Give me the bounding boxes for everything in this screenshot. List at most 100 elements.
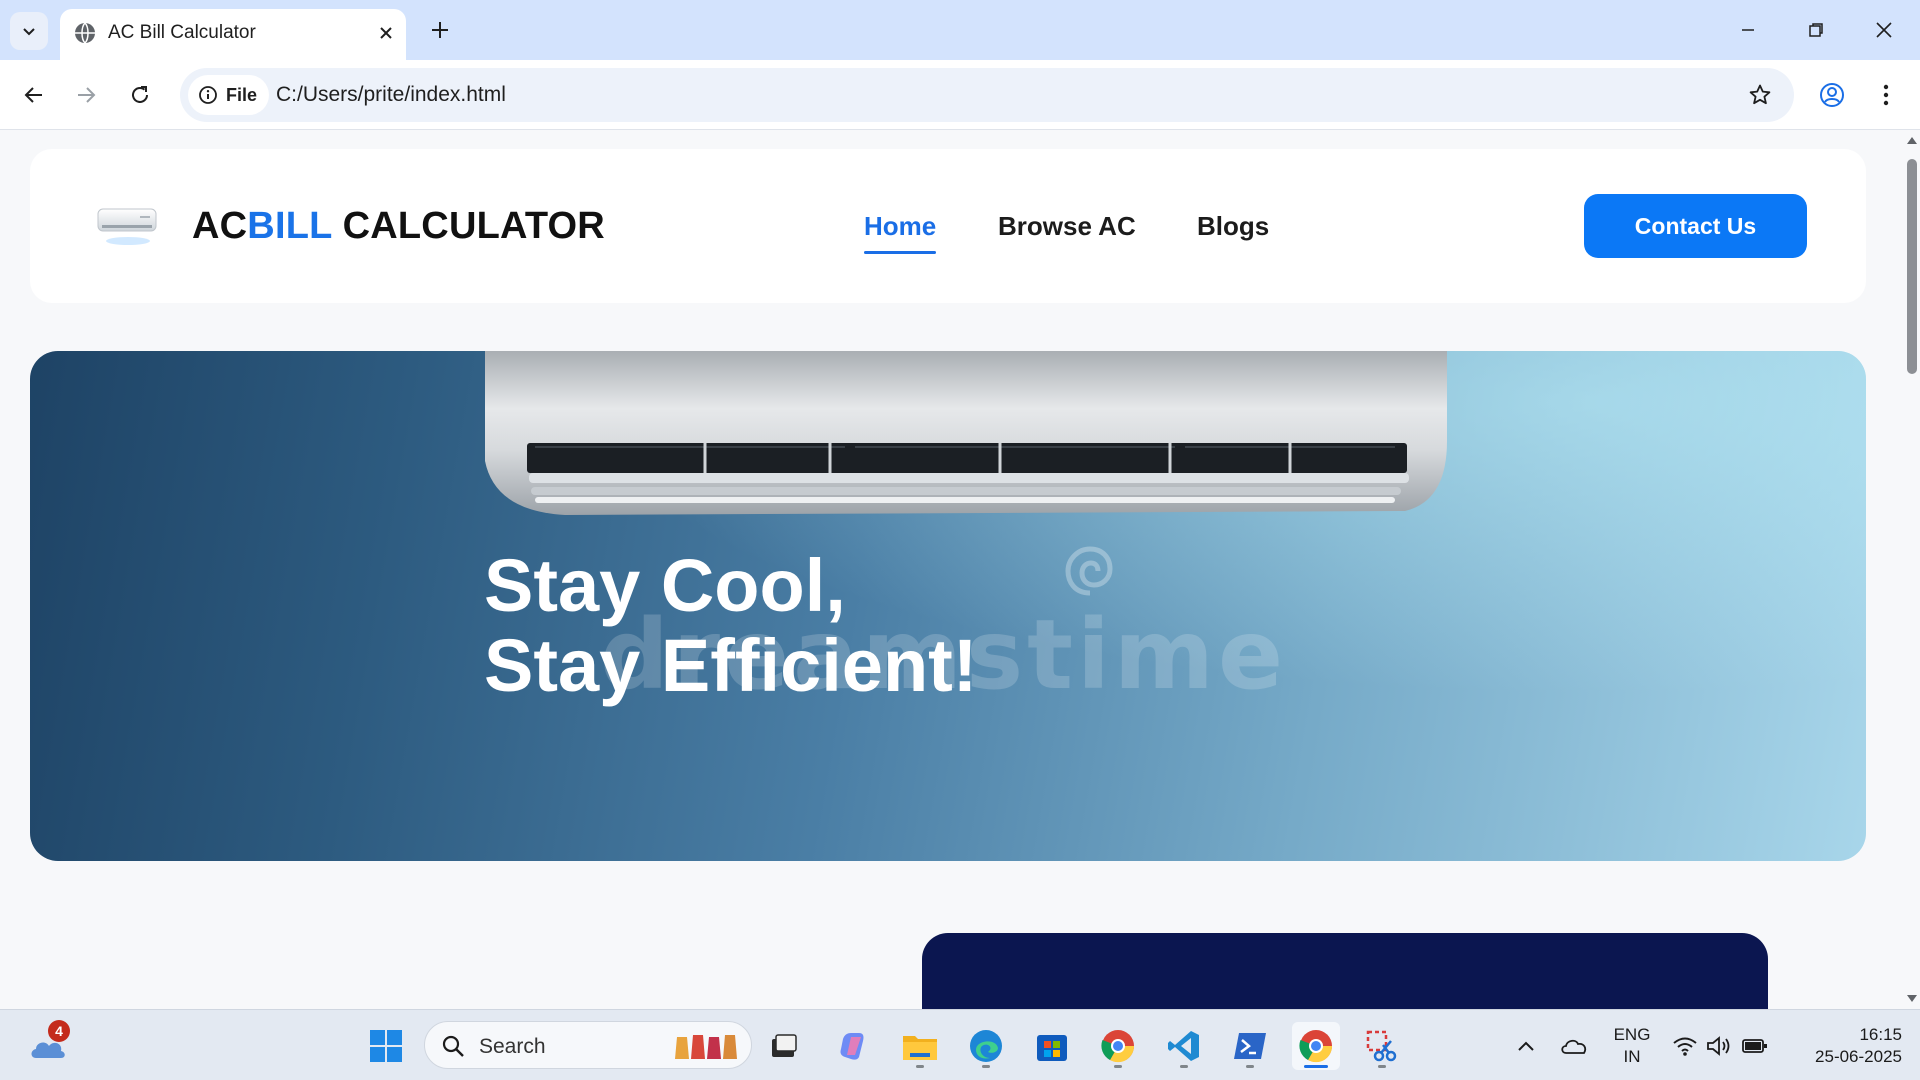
restore-button[interactable] [1788,10,1844,50]
chrome-icon [1101,1030,1135,1063]
nav-browse-ac-label: Browse AC [998,211,1136,241]
microsoft-store-button[interactable] [1028,1022,1076,1070]
browser-tab[interactable]: AC Bill Calculator [60,9,406,60]
clock[interactable]: 16:15 25-06-2025 [1790,1024,1902,1068]
chevron-up-icon [1518,1041,1534,1051]
hero-banner: dreamstime Stay Cool, Stay Efficient! [30,351,1866,861]
volume-icon [1707,1036,1730,1056]
browser-toolbar: File C:/Users/prite/index.html [0,60,1920,130]
snipping-tool-button[interactable] [1358,1022,1406,1070]
nav-home[interactable]: Home [864,211,937,254]
minimize-button[interactable] [1720,10,1776,50]
url-text[interactable]: C:/Users/prite/index.html [276,83,506,107]
logo-suffix: CALCULATOR [331,205,605,247]
show-hidden-icons-button[interactable] [1502,1022,1550,1070]
close-tab-button[interactable] [374,21,398,45]
running-indicator [916,1065,924,1068]
hero-heading-line2: Stay Efficient! [484,624,978,707]
info-icon [199,86,217,104]
file-explorer-button[interactable] [896,1022,944,1070]
watermark-logo-icon [1065,546,1113,596]
nav-home-label: Home [864,211,937,241]
clock-date: 25-06-2025 [1815,1047,1902,1066]
scroll-down-arrow-icon[interactable] [1907,995,1917,1002]
quick-settings-button[interactable] [1664,1022,1776,1070]
hero-heading-line1: Stay Cool, [484,544,846,627]
dark-content-card [922,933,1768,1009]
profile-button[interactable] [1812,75,1852,115]
arrow-left-icon [24,87,42,103]
globe-icon [75,22,95,44]
more-vertical-icon [1883,84,1889,106]
tab-strip: AC Bill Calculator [0,0,1920,60]
running-indicator [1180,1065,1188,1068]
active-nav-underline [864,251,937,254]
logo-accent: BILL [247,205,332,247]
plus-icon [432,22,448,38]
hero-heading: Stay Cool, Stay Efficient! [484,546,977,706]
air-conditioner-logo [97,208,157,245]
windows-taskbar: 4 Search ENG IN 16:15 25-06-2025 [0,1009,1920,1080]
scroll-thumb[interactable] [1907,159,1917,374]
restore-icon [1809,23,1823,37]
chevron-down-icon [23,28,35,36]
new-tab-button[interactable] [424,14,456,46]
running-indicator [1246,1065,1254,1068]
vscode-button[interactable] [1160,1022,1208,1070]
onedrive-button[interactable] [1550,1022,1598,1070]
edge-button[interactable] [962,1022,1010,1070]
vertical-scrollbar[interactable] [1904,131,1920,1009]
site-info-chip[interactable]: File [188,75,270,115]
chrome-active-button[interactable] [1292,1022,1340,1070]
snipping-tool-icon [1366,1030,1397,1062]
search-placeholder: Search [479,1035,546,1058]
site-logo-text[interactable]: ACBILL CALCULATOR [192,205,605,248]
tab-search-button[interactable] [10,12,48,50]
forward-button[interactable] [66,75,106,115]
chrome-button[interactable] [1094,1022,1142,1070]
address-bar[interactable]: File C:/Users/prite/index.html [180,68,1794,122]
reload-icon [132,86,148,103]
back-button[interactable] [14,75,54,115]
profile-icon [1820,83,1844,107]
nav-blogs[interactable]: Blogs [1197,211,1269,242]
contact-us-button[interactable]: Contact Us [1584,194,1807,258]
language-indicator[interactable]: ENG IN [1606,1024,1658,1068]
site-info-label: File [226,84,258,105]
close-window-button[interactable] [1856,10,1912,50]
copilot-button[interactable] [830,1022,878,1070]
store-icon [1037,1035,1067,1061]
search-icon [442,1035,464,1057]
reload-button[interactable] [120,75,160,115]
close-icon [380,27,392,39]
nav-browse-ac[interactable]: Browse AC [998,211,1136,242]
powershell-button[interactable] [1226,1022,1274,1070]
start-button[interactable] [362,1022,410,1070]
task-view-button[interactable] [760,1022,808,1070]
running-indicator [1378,1065,1386,1068]
arrow-right-icon [78,87,96,103]
running-indicator [982,1065,990,1068]
battery-icon [1742,1039,1767,1053]
search-highlight-art [675,1035,737,1059]
copilot-icon [840,1033,864,1060]
page-viewport: ACBILL CALCULATOR Home Browse AC Blogs C… [0,131,1904,1009]
folder-icon [903,1036,937,1060]
minimize-icon [1742,29,1754,31]
air-conditioner-image [485,351,1447,515]
clock-time: 16:15 [1859,1025,1902,1044]
vscode-icon [1168,1031,1199,1061]
scroll-up-arrow-icon[interactable] [1907,137,1917,144]
site-navbar: ACBILL CALCULATOR Home Browse AC Blogs C… [30,149,1866,303]
tab-title: AC Bill Calculator [108,22,256,43]
powershell-icon [1234,1033,1266,1059]
windows-logo-icon [370,1030,402,1062]
nav-blogs-label: Blogs [1197,211,1270,241]
menu-button[interactable] [1866,75,1906,115]
star-icon [1749,84,1771,105]
logo-prefix: AC [192,205,248,247]
edge-icon [970,1030,1002,1062]
taskbar-search[interactable]: Search [424,1021,752,1069]
bookmark-button[interactable] [1744,79,1776,111]
task-view-icon [772,1034,797,1057]
